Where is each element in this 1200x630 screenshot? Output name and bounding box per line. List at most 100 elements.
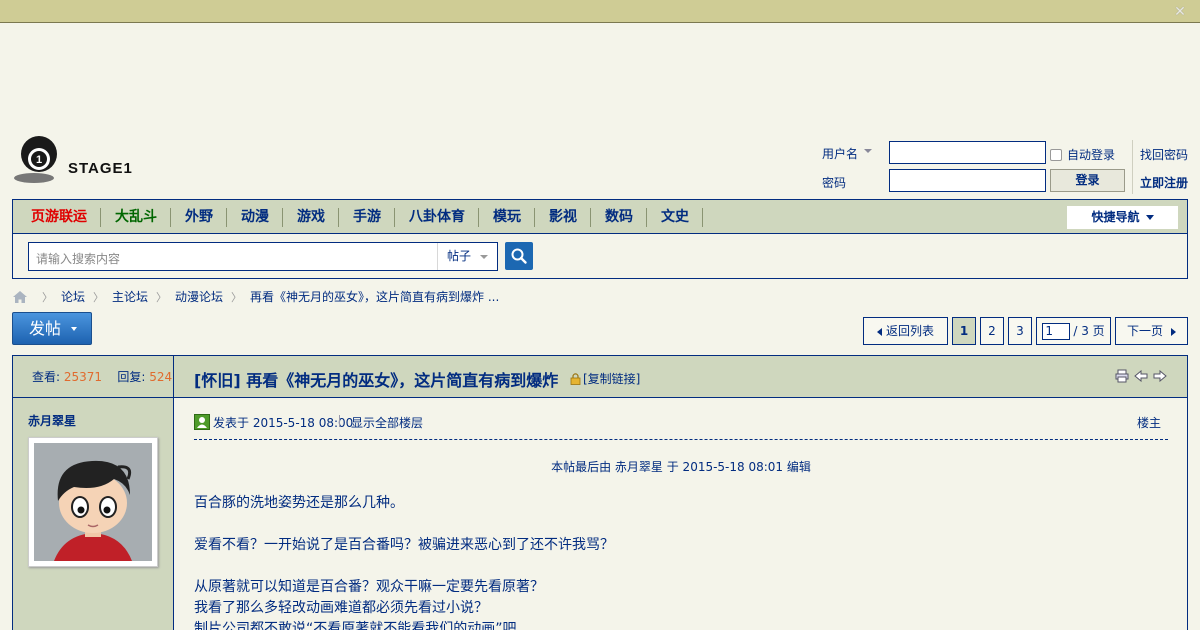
next-page-label: 下一页 (1126, 324, 1163, 338)
page-jump-input[interactable]: 1 (1042, 323, 1071, 340)
logo-digit: 1 (36, 154, 42, 166)
views-count: 25371 (63, 370, 103, 384)
quick-nav-button[interactable]: 快捷导航 (1067, 206, 1178, 229)
top-bar: ✕ (0, 0, 1200, 23)
username-label: 用户名 (822, 147, 859, 161)
next-page-button[interactable]: 下一页 (1115, 317, 1188, 345)
page-1-button[interactable]: 1 (952, 317, 976, 345)
search-type-select[interactable]: 帖子 (437, 243, 497, 270)
username-input[interactable] (889, 141, 1046, 164)
nav-item-label: 页游联运 (31, 209, 87, 225)
nav-bar: 页游联运 大乱斗 外野 动漫 游戏 手游 八卦体育 模玩 影视 数码 文史 快捷导航 (13, 200, 1187, 234)
nav-item[interactable]: 影视 (535, 200, 591, 234)
nav-item[interactable]: 数码 (591, 200, 647, 234)
back-to-list-button[interactable]: 返回列表 (863, 317, 948, 345)
username-dropdown-icon[interactable] (864, 149, 872, 153)
site-logo[interactable]: 1 STAGE1 (12, 134, 142, 186)
edit-note: 本帖最后由 赤月翠星 于 2015-5-18 08:01 编辑 (551, 460, 811, 474)
new-post-label: 发帖 (29, 319, 62, 338)
arrow-left-icon (876, 328, 882, 336)
breadcrumb-separator: 〉 (42, 290, 53, 304)
new-post-button[interactable]: 发帖 (12, 312, 92, 345)
replies-label: 回复: (117, 370, 146, 384)
copy-link[interactable]: [复制链接] (570, 370, 640, 387)
breadcrumb-separator: 〉 (231, 290, 243, 304)
auto-login-checkbox[interactable] (1050, 148, 1062, 161)
post-paragraph (194, 556, 1168, 577)
avatar-image (34, 443, 152, 561)
nav-item[interactable]: 动漫 (227, 200, 283, 234)
breadcrumb: 〉 论坛 〉 主论坛 〉 动漫论坛 〉 再看《神无月的巫女》，这片简直有病到爆炸… (12, 288, 499, 305)
auto-login-option[interactable]: 自动登录 (1050, 146, 1115, 163)
thread-stats: 查看: 25371 回复: 524 (13, 356, 174, 398)
print-icon[interactable] (1115, 369, 1129, 383)
post-time: 发表于 2015-5-18 08:00 (213, 416, 354, 430)
login-divider (1132, 140, 1133, 194)
auto-login-label: 自动登录 (1067, 148, 1116, 162)
breadcrumb-main-forum[interactable]: 主论坛 (112, 288, 148, 305)
login-button[interactable]: 登录 (1050, 169, 1125, 192)
author-sidebar: 赤月翠星 (13, 398, 174, 630)
nav-item[interactable]: 页游联运 (17, 200, 101, 234)
search-icon (511, 248, 527, 264)
page-2-button[interactable]: 2 (980, 317, 1004, 345)
home-icon[interactable] (12, 290, 28, 304)
logo-disc-icon: 1 (14, 136, 57, 183)
views-label: 查看: (32, 370, 61, 384)
nav-item-label: 八卦体育 (409, 209, 465, 225)
page-jump: 1/ 3 页 (1036, 317, 1111, 345)
thread-tools (1115, 369, 1167, 383)
thread-header: [怀旧] 再看《神无月的巫女》，这片简直有病到爆炸 [复制链接] (174, 356, 1187, 398)
post-paragraph: 制片公司都不敢说“不看原著就不能看我们的动画”吧 (194, 621, 517, 630)
breadcrumb-separator: 〉 (93, 290, 105, 304)
close-icon[interactable]: ✕ (1173, 5, 1187, 19)
nav-item[interactable]: 大乱斗 (101, 200, 171, 234)
chevron-down-icon (71, 327, 77, 331)
breadcrumb-anime-forum[interactable]: 动漫论坛 (175, 288, 223, 305)
chevron-down-icon (480, 255, 488, 259)
thread-title: [怀旧] 再看《神无月的巫女》，这片简直有病到爆炸 (194, 371, 559, 390)
page-total: / 3 页 (1073, 324, 1105, 338)
nav-item-label: 模玩 (493, 209, 521, 225)
lock-icon (570, 372, 581, 385)
show-all-floors-link[interactable]: 显示全部楼层 (351, 414, 423, 431)
post-body: 百合豚的洗地姿势还是那么几种。 爱看不看？一开始说了是百合番吗？被骗进来恶心到了… (194, 493, 1168, 630)
author-name[interactable]: 赤月翠星 (28, 412, 76, 429)
page-3-button[interactable]: 3 (1008, 317, 1032, 345)
post-paragraph (194, 514, 1168, 535)
find-password-link[interactable]: 找回密码 (1140, 146, 1188, 163)
meta-divider (339, 415, 340, 427)
nav-item[interactable]: 模玩 (479, 200, 535, 234)
post-meta: 发表于 2015-5-18 08:00 显示全部楼层 楼主 (194, 412, 1168, 440)
nav-item[interactable]: 手游 (339, 200, 395, 234)
floor-label[interactable]: 楼主 (1137, 414, 1161, 431)
breadcrumb-separator: 〉 (156, 290, 168, 304)
nav-item[interactable]: 游戏 (283, 200, 339, 234)
search-input[interactable]: 请输入搜索内容 (36, 250, 120, 267)
search-button[interactable] (505, 242, 533, 270)
nav-item-label: 影视 (549, 209, 577, 225)
nav-item[interactable]: 外野 (171, 200, 227, 234)
nav-item-label: 数码 (605, 209, 633, 225)
post-paragraph: 我看了那么多轻改动画难道都必须先看过小说？ (194, 600, 488, 616)
breadcrumb-current-thread[interactable]: 再看《神无月的巫女》，这片简直有病到爆炸 ... (250, 288, 499, 305)
search-box[interactable]: 请输入搜索内容 帖子 (28, 242, 498, 271)
arrow-right-icon (1171, 328, 1176, 336)
search-type-value: 帖子 (447, 249, 472, 263)
nav-item[interactable]: 文史 (647, 200, 703, 234)
nav-item-label: 文史 (661, 209, 689, 225)
register-link[interactable]: 立即注册 (1140, 174, 1188, 191)
post-paragraph: 从原著就可以知道是百合番？观众干嘛一定要先看原著？ (194, 579, 544, 595)
back-to-list-label: 返回列表 (885, 324, 934, 338)
logo-text: STAGE1 (68, 160, 133, 177)
password-input[interactable] (889, 169, 1046, 192)
nav-item[interactable]: 八卦体育 (395, 200, 479, 234)
next-thread-icon[interactable] (1153, 369, 1167, 383)
nav-item-label: 手游 (353, 209, 381, 225)
previous-thread-icon[interactable] (1134, 369, 1148, 383)
nav-item-label: 外野 (185, 209, 213, 225)
breadcrumb-forum[interactable]: 论坛 (61, 288, 85, 305)
password-label: 密码 (822, 176, 847, 190)
nav-item-label: 游戏 (297, 209, 325, 225)
avatar[interactable] (28, 437, 158, 567)
